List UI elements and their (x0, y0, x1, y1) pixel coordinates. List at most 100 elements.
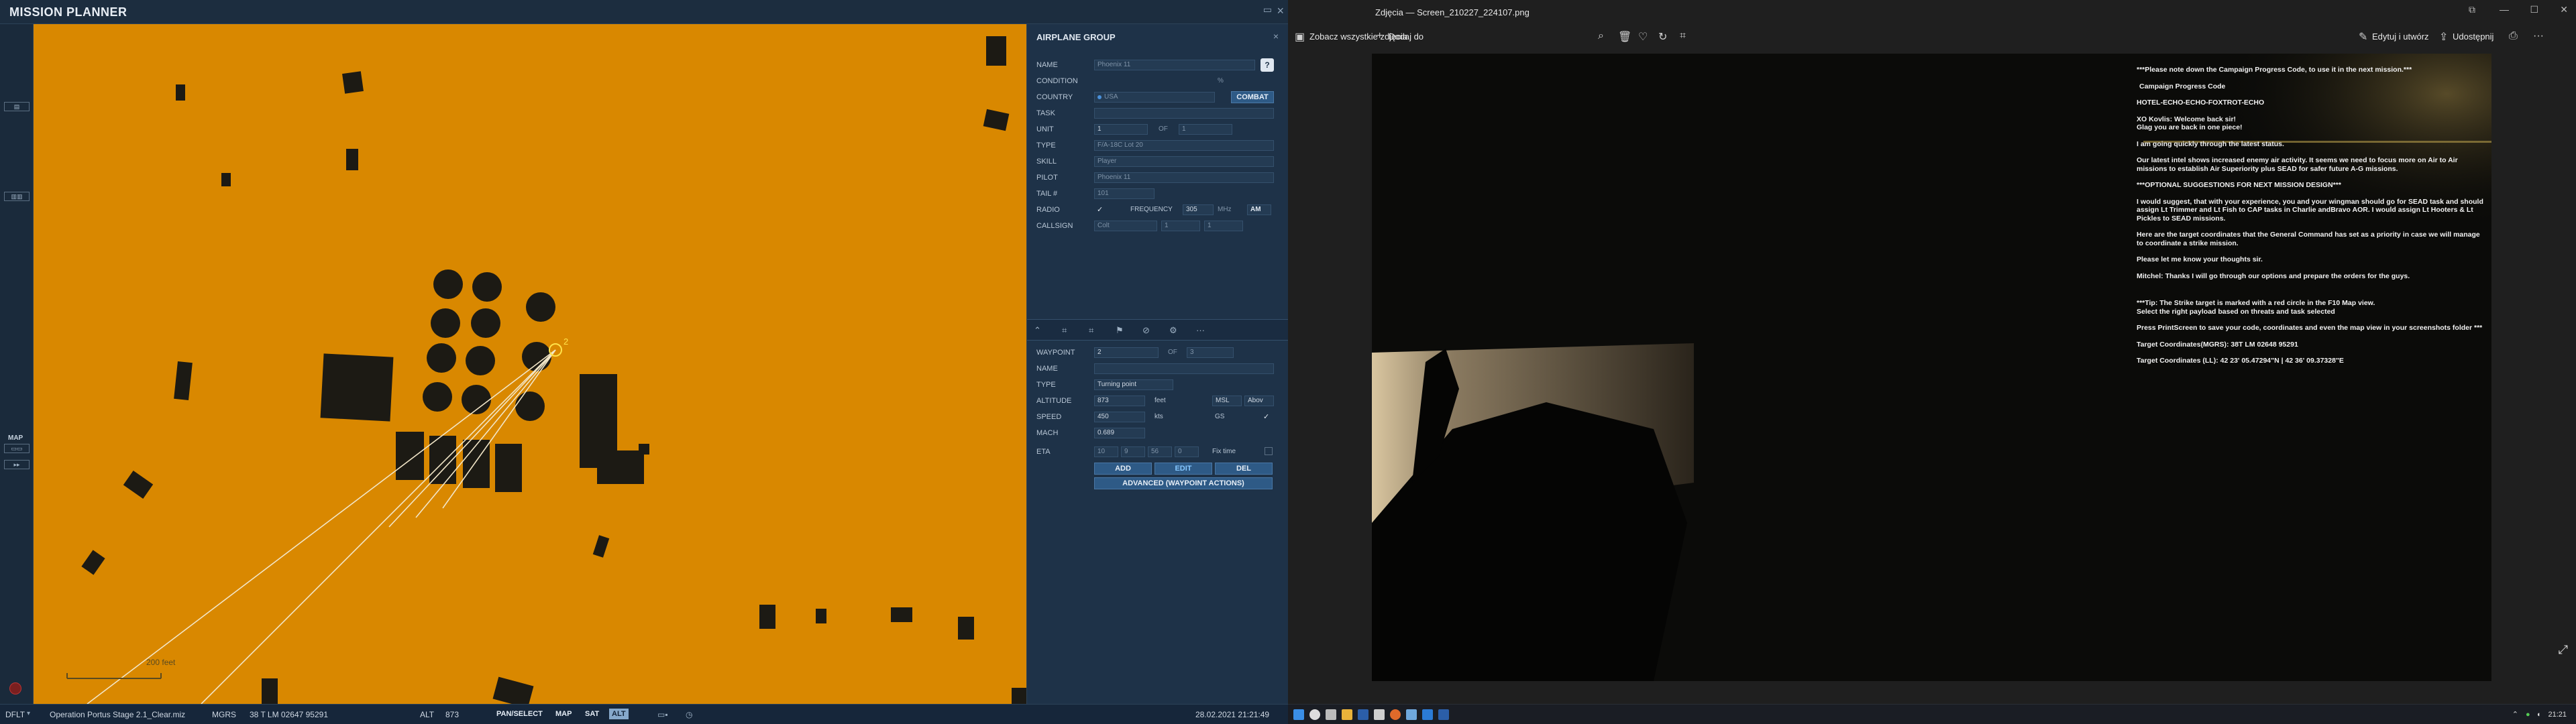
more-icon[interactable]: ··· (1196, 325, 1205, 335)
map-mode-button[interactable]: ▭▭ (4, 444, 30, 453)
waypoint-name-field[interactable] (1094, 363, 1274, 374)
file-explorer-icon[interactable] (1342, 709, 1352, 720)
add-button[interactable]: ADD (1094, 463, 1152, 475)
minimize-icon[interactable]: ▭ (1263, 4, 1272, 15)
coord-system[interactable]: MGRS (212, 710, 236, 719)
add-point-icon[interactable]: ⌗ (1062, 325, 1067, 336)
mach-field[interactable]: 0.689 (1094, 428, 1145, 438)
storage-tank (427, 343, 456, 373)
edit-button[interactable]: EDIT (1155, 463, 1212, 475)
eta-seconds[interactable]: 56 (1148, 446, 1172, 457)
modulation-select[interactable]: AM (1247, 204, 1271, 215)
map-button[interactable]: MAP (553, 709, 574, 719)
share-icon[interactable]: ⇪ (2439, 30, 2448, 44)
skill-select[interactable]: Player (1094, 156, 1274, 167)
task-view-icon[interactable] (1326, 709, 1336, 720)
fix-time-checkbox[interactable] (1265, 447, 1273, 455)
delete-button[interactable]: DEL (1215, 463, 1273, 475)
help-button[interactable]: ? (1260, 58, 1274, 72)
map-canvas[interactable]: 2 200 feet (34, 24, 1026, 704)
waypoint-stepper[interactable]: 2 (1094, 347, 1159, 358)
fullscreen-icon[interactable]: ⤢ (2559, 643, 2568, 657)
eta-minutes[interactable]: 9 (1121, 446, 1145, 457)
task-select[interactable] (1094, 108, 1274, 119)
callsign-select[interactable]: Colt (1094, 221, 1157, 231)
favorite-icon[interactable]: ♡ (1638, 30, 1648, 44)
speed-field[interactable]: 450 (1094, 412, 1145, 422)
add-to-button[interactable]: Dodaj do (1389, 32, 1424, 42)
gs-checkbox[interactable]: ✓ (1263, 412, 1269, 421)
eta-fraction[interactable]: 0 (1175, 446, 1199, 457)
briefing-line: Target Coordinates (LL): 42 23' 05.47294… (2137, 357, 2344, 365)
volume-icon[interactable]: ◖ (2536, 711, 2541, 719)
photos-taskbar-icon[interactable] (1422, 709, 1433, 720)
edit-create-button[interactable]: Edytuj i utwórz (2372, 32, 2429, 42)
target-icon[interactable]: ⌗ (1089, 325, 1093, 336)
map-view[interactable]: 2 200 feet (34, 24, 1026, 704)
pilot-field[interactable]: Phoenix 11 (1094, 172, 1274, 183)
keep-on-top-icon[interactable]: ⧉ (2469, 4, 2475, 15)
print-icon[interactable]: ⎙ (2509, 30, 2518, 42)
payload-icon[interactable]: ⊘ (1142, 325, 1150, 336)
tray-chevron-icon[interactable]: ⌃ (2512, 711, 2518, 719)
share-button[interactable]: Udostępnij (2453, 32, 2493, 42)
mission-planner-taskbar-icon[interactable] (1358, 709, 1368, 720)
alt-button[interactable]: ALT (609, 709, 629, 719)
options-icon[interactable]: ⚙ (1169, 325, 1177, 336)
start-icon[interactable] (1293, 709, 1304, 720)
callsign-number-2[interactable]: 1 (1204, 221, 1243, 231)
name-field[interactable]: Phoenix 11 (1094, 60, 1255, 70)
close-icon[interactable]: ✕ (2560, 4, 2568, 15)
panel-close-icon[interactable]: × (1273, 31, 1279, 42)
building (492, 676, 534, 704)
unit-of-field[interactable]: 1 (1179, 124, 1232, 135)
tail-field[interactable]: 101 (1094, 188, 1155, 199)
ruler-icon[interactable]: ▭▪ (657, 710, 668, 719)
advanced-waypoint-actions-button[interactable]: ADVANCED (WAYPOINT ACTIONS) (1094, 477, 1273, 489)
gallery-icon[interactable]: ▣ (1295, 30, 1305, 44)
sat-button[interactable]: SAT (582, 709, 602, 719)
mission-file-name: Operation Portus Stage 2.1_Clear.miz (50, 710, 186, 719)
delete-icon[interactable]: 🗑 (1618, 30, 1631, 44)
app-icon-2[interactable] (1438, 709, 1449, 720)
country-select[interactable]: USA (1094, 92, 1215, 103)
briefing-line: ***Please note down the Campaign Progres… (2137, 66, 2412, 74)
zoom-icon[interactable]: ⌕ (1598, 30, 1604, 42)
maximize-icon[interactable]: ☐ (2530, 4, 2538, 15)
altitude-ref-select[interactable]: MSL (1212, 396, 1242, 406)
altitude-field[interactable]: 873 (1094, 396, 1145, 406)
edit-icon[interactable]: ✎ (2359, 30, 2367, 44)
frequency-field[interactable]: 305 (1183, 204, 1214, 215)
rotate-icon[interactable]: ↻ (1658, 30, 1667, 44)
firefox-icon[interactable] (1390, 709, 1401, 720)
callsign-number-1[interactable]: 1 (1161, 221, 1200, 231)
filter-button[interactable]: ▥▥ (4, 192, 30, 201)
radio-checkbox[interactable]: ✓ (1097, 205, 1103, 214)
waypoint-of-field[interactable]: 3 (1187, 347, 1234, 358)
combat-button[interactable]: COMBAT (1231, 91, 1274, 103)
plus-icon[interactable]: + (1377, 30, 1383, 42)
layers-button[interactable]: ▤ (4, 102, 30, 111)
type-select[interactable]: F/A-18C Lot 20 (1094, 140, 1274, 151)
chevron-down-icon[interactable]: ▾ (27, 710, 30, 717)
search-icon[interactable] (1309, 709, 1320, 720)
altitude-ref2-select[interactable]: Abov (1244, 396, 1274, 406)
speed-label: SPEED (1036, 413, 1062, 421)
more-options-icon[interactable]: ··· (2533, 30, 2544, 42)
clock-icon[interactable]: ◷ (686, 710, 692, 719)
pan-select-button[interactable]: PAN/SELECT (494, 709, 545, 719)
app-icon[interactable] (1374, 709, 1385, 720)
photos-window-title: Zdjęcia — Screen_210227_224107.png (1375, 7, 1529, 17)
unit-stepper[interactable]: 1 (1094, 124, 1148, 135)
eta-hours[interactable]: 10 (1094, 446, 1118, 457)
waypoint-type-select[interactable]: Turning point (1094, 379, 1173, 390)
route-icon[interactable]: ⌃ (1034, 325, 1041, 336)
triggers-icon[interactable]: ⚑ (1116, 325, 1124, 336)
building (342, 71, 364, 94)
crop-icon[interactable]: ⌗ (1680, 30, 1686, 42)
network-icon[interactable]: ● (2526, 711, 2530, 719)
close-icon[interactable]: × (1277, 4, 1284, 18)
dcs-taskbar-icon[interactable] (1406, 709, 1417, 720)
map-mode-button-2[interactable]: ▸▸ (4, 460, 30, 469)
minimize-icon[interactable]: — (2500, 4, 2509, 15)
